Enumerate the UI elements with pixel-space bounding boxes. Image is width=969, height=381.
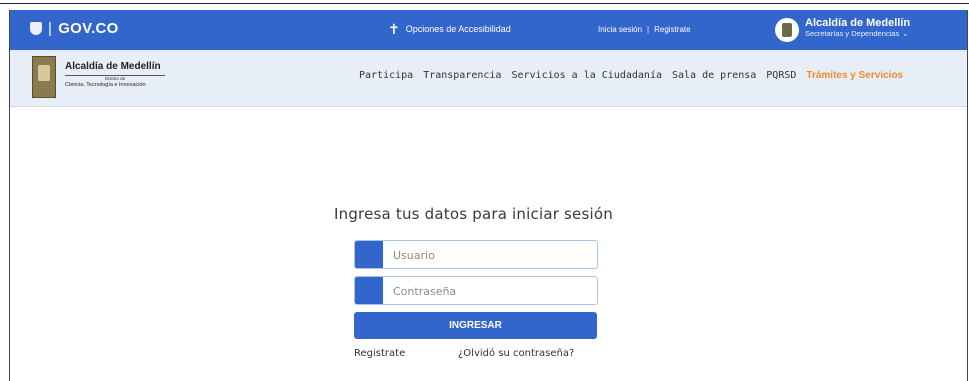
- window-top-border: [0, 0, 969, 4]
- gov-top-bar: | GOV.CO ✝ Opciones de Accesibilidad Ini…: [10, 10, 967, 50]
- entity-avatar: [775, 18, 799, 42]
- medellin-crest-logo[interactable]: [32, 56, 56, 98]
- username-field-marker: [355, 241, 383, 268]
- gov-logo-text: GOV.CO: [58, 20, 119, 37]
- accessibility-label: Opciones de Accesibilidad: [405, 24, 511, 34]
- nav-item-participa[interactable]: Participa: [359, 70, 413, 81]
- accessibility-icon: ✝: [388, 21, 400, 37]
- gov-co-logo[interactable]: | GOV.CO: [30, 20, 119, 37]
- entity-subtitle: Secretarías y Dependencias: [805, 29, 900, 38]
- register-link-bottom[interactable]: Registrate: [354, 348, 405, 359]
- submit-login-button[interactable]: INGRESAR: [354, 312, 597, 339]
- nav-item-transparencia[interactable]: Transparencia: [423, 70, 501, 81]
- brand-department: Ciencia, Tecnología e Innovación: [65, 82, 146, 88]
- brand-district: Distrito de: [104, 76, 126, 81]
- register-link[interactable]: Registrate: [654, 25, 690, 34]
- nav-item-sala-prensa[interactable]: Sala de prensa: [672, 70, 756, 81]
- login-link[interactable]: Inicia sesión: [598, 25, 642, 34]
- entity-title: Alcaldía de Medellín: [805, 17, 911, 29]
- password-field[interactable]: [354, 276, 598, 305]
- username-field[interactable]: [354, 240, 598, 269]
- entity-crest-icon: [782, 23, 792, 37]
- gov-shield-icon: [30, 22, 42, 35]
- auth-separator: |: [647, 25, 650, 34]
- nav-item-pqrsd[interactable]: PQRSD: [766, 70, 796, 81]
- password-field-marker: [355, 277, 383, 304]
- main-navigation: Alcaldía de Medellín Distrito de Ciencia…: [10, 50, 967, 107]
- nav-menu: Participa Transparencia Servicios a la C…: [359, 70, 903, 81]
- entity-selector[interactable]: Alcaldía de Medellín Secretarías y Depen…: [805, 17, 910, 38]
- username-input[interactable]: [391, 245, 595, 265]
- gov-logo-separator: |: [48, 20, 53, 37]
- nav-item-tramites-servicios[interactable]: Trámites y Servicios: [806, 70, 903, 81]
- password-input[interactable]: [391, 281, 595, 301]
- brand-block[interactable]: Alcaldía de Medellín Distrito de Ciencia…: [65, 61, 165, 88]
- brand-title: Alcaldía de Medellín: [65, 61, 161, 72]
- auth-links: Inicia sesión | Registrate: [598, 25, 691, 34]
- accessibility-options-button[interactable]: ✝ Opciones de Accesibilidad: [388, 22, 511, 36]
- forgot-password-link[interactable]: ¿Olvidó su contraseña?: [458, 348, 574, 359]
- chevron-down-icon: ⌄: [902, 29, 909, 38]
- nav-item-servicios-ciudadania[interactable]: Servicios a la Ciudadanía: [511, 70, 662, 81]
- entity-subtitle-row: Secretarías y Dependencias ⌄: [805, 29, 910, 38]
- window-right-border: [967, 10, 968, 381]
- login-title: Ingresa tus datos para iniciar sesión: [334, 205, 613, 223]
